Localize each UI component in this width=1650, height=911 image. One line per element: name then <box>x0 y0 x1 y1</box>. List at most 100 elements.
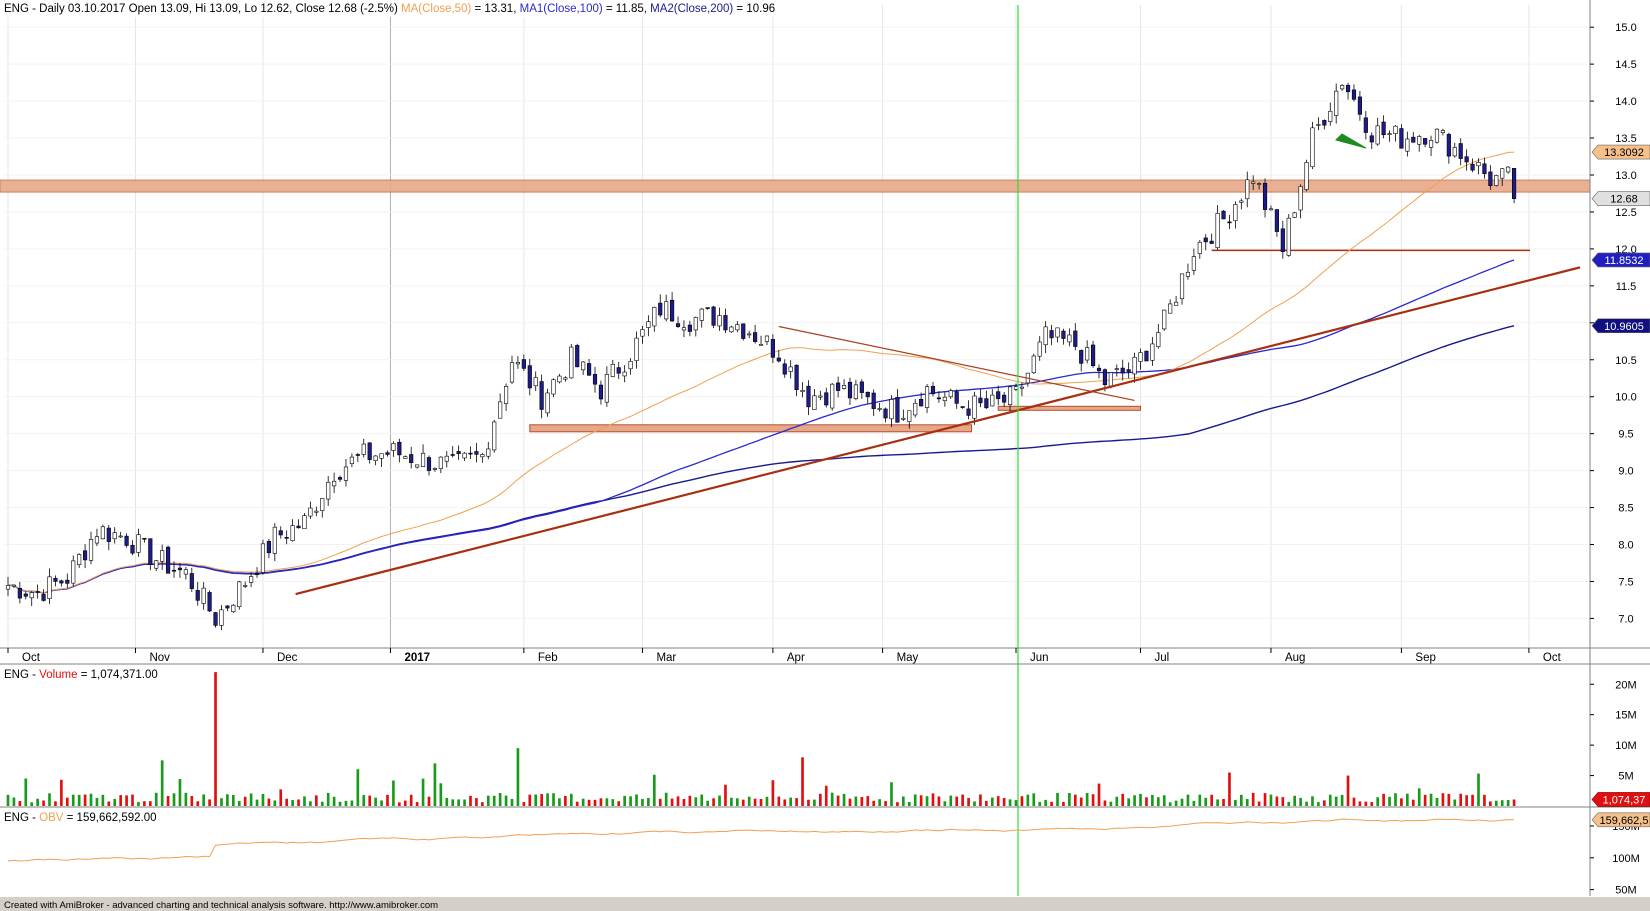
candle-body <box>1138 352 1143 362</box>
candle-body <box>1328 110 1333 122</box>
header-legend: ENG - Daily 03.10.2017 Open 13.09, Hi 13… <box>4 3 775 15</box>
candle <box>569 344 574 379</box>
candle-body <box>1233 204 1238 222</box>
candle-body <box>640 329 645 337</box>
candle-body <box>1482 163 1487 175</box>
candle-body <box>337 477 343 480</box>
candle-body <box>1055 327 1060 338</box>
candle <box>1144 350 1149 362</box>
candle-body <box>996 391 1001 400</box>
price-tick-label: 12.5 <box>1615 207 1636 219</box>
candle-body <box>332 480 337 487</box>
month-label: Nov <box>149 652 170 664</box>
candle-body <box>1126 369 1131 372</box>
candle-body <box>1013 386 1019 390</box>
candle-body <box>539 381 544 410</box>
candle-body <box>729 326 734 333</box>
volume-tick-label: 5M <box>1618 771 1633 783</box>
candle-body <box>284 537 289 539</box>
candle-body <box>610 363 615 377</box>
candle-body <box>1452 147 1457 157</box>
candle-body <box>1488 171 1493 186</box>
candle-body <box>865 391 870 398</box>
candle-body <box>830 383 835 409</box>
candle-body <box>693 317 698 331</box>
candle-body <box>71 560 76 584</box>
candle-body <box>1191 256 1196 271</box>
candle-body <box>1310 127 1315 168</box>
candle <box>1310 121 1315 170</box>
candle <box>545 388 550 417</box>
candle <box>1221 210 1226 220</box>
candle-body <box>124 535 129 546</box>
candle-body <box>960 406 965 408</box>
volume-badge-label: 1,074,37 <box>1603 794 1646 806</box>
candle-body <box>563 377 568 380</box>
candle-body <box>296 525 301 529</box>
candle-body <box>415 464 420 468</box>
price-tick-label: 11.5 <box>1616 281 1637 293</box>
candle <box>302 513 307 530</box>
candle-body <box>515 362 521 365</box>
candle-body <box>924 386 930 408</box>
candle-body <box>1470 163 1475 171</box>
candle-body <box>249 576 254 583</box>
header-info: - Daily 03.10.2017 Open 13.09, Hi 13.09,… <box>29 3 398 15</box>
candle-body <box>1423 138 1428 145</box>
candle-body <box>788 366 793 372</box>
candle-body <box>290 525 295 542</box>
candle <box>1292 211 1297 218</box>
candle-body <box>1506 166 1511 173</box>
candle-body <box>1393 125 1398 134</box>
obv-value: = 159,662,592.00 <box>63 812 156 824</box>
candle-body <box>634 337 639 361</box>
candle-body <box>1351 89 1357 100</box>
candle-body <box>1079 350 1084 364</box>
candle-body <box>308 507 313 517</box>
candle-body <box>545 392 550 414</box>
price-tick-label: 14.5 <box>1615 59 1636 71</box>
candle-body <box>1073 330 1078 347</box>
candle-body <box>1494 175 1499 186</box>
candle-body <box>1221 210 1226 220</box>
candle-body <box>753 332 758 342</box>
candle-body <box>367 442 372 460</box>
candle-body <box>438 456 443 469</box>
header-ma200-value: = 10.96 <box>733 3 775 15</box>
candle-body <box>409 454 414 463</box>
candle-body <box>207 592 212 612</box>
footer-text: Created with AmiBroker - advanced charti… <box>4 900 438 911</box>
candle-body <box>966 408 971 416</box>
candle-body <box>1304 162 1309 190</box>
candle-body <box>426 457 432 471</box>
candle <box>575 343 580 368</box>
candle-body <box>687 324 692 332</box>
month-label: Jul <box>1155 652 1170 664</box>
candle-body <box>112 532 117 540</box>
candle-body <box>59 580 64 584</box>
candle-body <box>1440 130 1445 133</box>
candle-body <box>254 572 260 575</box>
candle-body <box>551 379 556 395</box>
month-label: May <box>897 652 919 664</box>
candle-body <box>160 550 165 562</box>
candle-body <box>646 321 651 328</box>
candle-body <box>1215 213 1220 249</box>
candle-body <box>978 397 983 404</box>
candle-body <box>373 455 378 461</box>
candle-body <box>675 323 681 327</box>
candle <box>492 419 497 453</box>
obv-ticker: ENG <box>4 812 29 824</box>
candle-body <box>1174 301 1179 306</box>
candle-body <box>1357 96 1362 115</box>
candle-body <box>1168 303 1173 314</box>
candle-body <box>1049 330 1054 339</box>
candle-body <box>800 390 805 392</box>
candle-body <box>450 454 455 456</box>
candle-body <box>972 395 977 419</box>
candle-body <box>154 560 159 569</box>
candle-body <box>148 538 153 565</box>
candle-body <box>764 335 770 342</box>
candle-body <box>171 569 177 572</box>
candle-body <box>201 587 206 604</box>
